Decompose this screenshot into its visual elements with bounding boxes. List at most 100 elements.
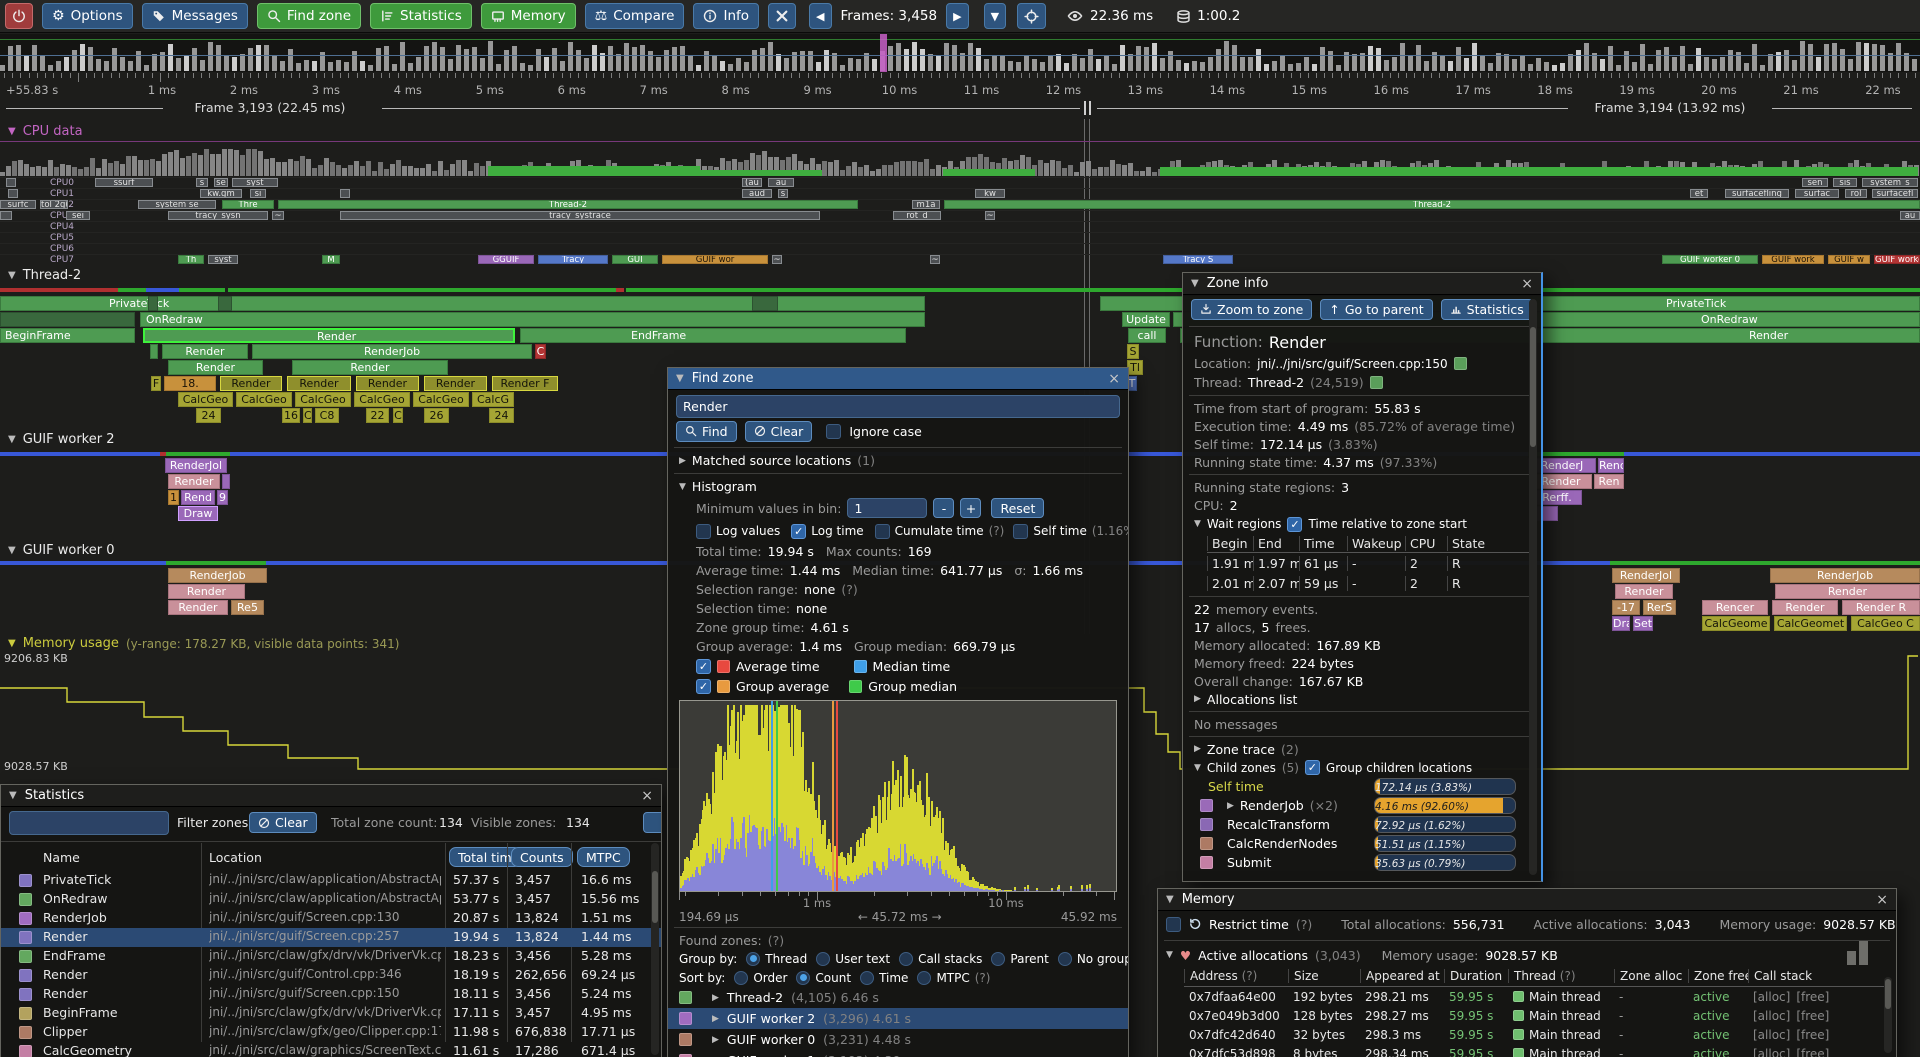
group-by-radio-user-text[interactable] <box>816 952 830 966</box>
child-zones-row[interactable]: ▼Child zones(5)✓Group children locations <box>1183 758 1541 777</box>
expand-icon[interactable]: ▶ <box>679 456 686 466</box>
zone[interactable]: Render R <box>1842 600 1920 615</box>
avg-legend-checkbox[interactable]: ✓ <box>696 659 711 674</box>
thread-header[interactable]: ▼GUIF worker 2 <box>8 432 114 447</box>
zone[interactable]: Render <box>287 376 351 391</box>
zone[interactable]: Update <box>1122 312 1170 327</box>
cpu-zone[interactable]: se <box>214 178 228 187</box>
cpu-zone[interactable]: Thread-2 <box>278 200 858 209</box>
table-row[interactable]: Clipperjni/../jni/src/claw/gfx/geo/Clipp… <box>1 1023 661 1042</box>
cpu-zone[interactable]: ~ <box>772 255 782 264</box>
cpu-zone[interactable] <box>340 189 350 198</box>
cpu-zone[interactable]: surfc <box>0 200 36 209</box>
zone[interactable]: Render <box>168 584 245 599</box>
table-row[interactable]: PrivateTickjni/../jni/src/claw/applicati… <box>1 871 661 890</box>
cpu-zone[interactable]: system_s <box>1862 178 1918 187</box>
help-icon[interactable]: (?) <box>841 582 857 597</box>
zone[interactable]: Render <box>424 376 487 391</box>
zone[interactable]: Render <box>220 376 282 391</box>
allocations-list-row[interactable]: ▶Allocations list <box>1183 690 1541 708</box>
cpu-data-header[interactable]: ▼CPU data <box>8 124 83 139</box>
zone[interactable]: F <box>151 376 161 391</box>
free-callstack-button[interactable]: [free] <box>1796 1047 1829 1057</box>
cpu-zone[interactable]: ~ <box>272 211 284 220</box>
cpu-zone[interactable]: syst <box>208 255 238 264</box>
cpu-zone[interactable]: ssurf <box>95 178 153 187</box>
zone[interactable]: 9 <box>217 490 228 505</box>
relative-time-checkbox[interactable]: ✓ <box>1287 517 1302 532</box>
zone[interactable]: RenderJob <box>168 568 267 583</box>
zone[interactable]: 1 <box>168 490 179 505</box>
collapse-icon[interactable]: ▼ <box>1194 763 1201 773</box>
matched-source-locations-row[interactable]: ▶Matched source locations(1) <box>668 451 1128 470</box>
cpu-zone[interactable]: tol 2g( <box>40 200 68 209</box>
search-input[interactable]: Render <box>676 395 1120 418</box>
partial-button[interactable] <box>643 812 662 833</box>
collapse-icon[interactable]: ▼ <box>8 545 16 556</box>
cpu-zone[interactable] <box>0 211 12 220</box>
table-row[interactable]: EndFramejni/../jni/src/claw/gfx/drv/vk/D… <box>1 947 661 966</box>
cpu-zone[interactable]: GGUIF <box>478 255 534 264</box>
help-icon[interactable]: (?) <box>768 933 784 948</box>
collapse-icon[interactable]: ▼ <box>8 270 16 281</box>
table-row[interactable]: Renderjni/../jni/src/guif/Screen.cpp:150… <box>1 985 661 1004</box>
group-by-radio-parent[interactable] <box>991 952 1005 966</box>
zone[interactable]: Render <box>1615 584 1673 599</box>
cpu-zone[interactable]: surfacefl <box>1872 189 1918 198</box>
find-button[interactable]: Find <box>676 421 737 442</box>
cpu-zone[interactable]: au <box>768 178 794 187</box>
zone[interactable]: C8 <box>315 408 339 423</box>
zone[interactable]: Rencer <box>1702 600 1768 615</box>
cpu-zone[interactable]: Tracy S <box>1163 255 1233 264</box>
memory-titlebar[interactable]: ▼Memory× <box>1158 889 1896 911</box>
alloc-callstack-button[interactable]: [alloc] <box>1753 990 1790 1004</box>
zone[interactable]: Render <box>356 376 419 391</box>
histogram-row[interactable]: ▼Histogram <box>668 477 1128 496</box>
wait-regions-row[interactable]: ▼Wait regions✓Time relative to zone star… <box>1183 514 1541 534</box>
cpu-zone[interactable]: kw.gm <box>200 189 242 198</box>
cpu-zone[interactable]: GUIF work <box>1762 255 1824 264</box>
wait-table-row[interactable]: 2.01 ms2.07 ms59 µs-2R <box>1207 573 1529 593</box>
expand-icon[interactable]: ▶ <box>712 1014 719 1024</box>
zone[interactable]: PrivateTick <box>0 296 925 311</box>
zone[interactable]: CalcGeome <box>1702 616 1770 631</box>
collapse-icon[interactable]: ▼ <box>8 434 16 445</box>
go-to-parent-button[interactable]: ↑Go to parent <box>1320 299 1432 320</box>
expand-icon[interactable]: ▶ <box>1194 744 1201 754</box>
zone[interactable]: 16 <box>282 408 300 423</box>
free-callstack-button[interactable]: [free] <box>1796 990 1829 1004</box>
zone[interactable]: RenderJob <box>252 344 532 359</box>
group-by-radio-call-stacks[interactable] <box>899 952 913 966</box>
cpu-zone[interactable]: et <box>1690 189 1708 198</box>
reset-button[interactable]: Reset <box>991 498 1044 518</box>
zone[interactable]: Render <box>168 600 228 615</box>
active-allocations-row[interactable]: ▼♥Active allocations(3,043)Memory usage:… <box>1158 944 1896 966</box>
memory-table-row[interactable]: 0x7dfc53d8988 bytes298.34 ms59.95 sMain … <box>1184 1044 1888 1057</box>
found-zone-group-row[interactable]: ▶GUIF worker 1(3,192) 4.39 s <box>668 1050 1128 1057</box>
collapse-icon[interactable]: ▼ <box>1194 519 1201 529</box>
table-row[interactable]: BeginFramejni/../jni/src/claw/gfx/drv/vk… <box>1 1004 661 1023</box>
table-row[interactable]: CalcGeometryjni/../jni/src/claw/graphics… <box>1 1042 661 1057</box>
sort-counts-button[interactable]: Counts <box>511 847 573 867</box>
cpu-zone[interactable]: (au <box>742 178 762 187</box>
cpu-zone[interactable]: kw <box>975 189 1005 198</box>
zone[interactable]: Dra <box>1612 616 1630 631</box>
zone[interactable]: OnRedraw <box>140 312 925 327</box>
zone[interactable] <box>752 296 778 311</box>
collapse-icon[interactable]: ▼ <box>8 126 16 137</box>
log-values-checkbox[interactable] <box>696 524 711 539</box>
self-time-checkbox[interactable] <box>1013 524 1028 539</box>
group-by-radio-thread[interactable] <box>746 952 760 966</box>
close-icon[interactable]: × <box>1108 371 1120 387</box>
log-time-checkbox[interactable]: ✓ <box>791 524 806 539</box>
zone[interactable]: RenderJol <box>165 458 227 473</box>
zone[interactable]: CalcGeomet <box>1774 616 1847 631</box>
scrollbar-thumb[interactable] <box>652 871 658 923</box>
cpu-zone[interactable]: Thre <box>222 200 274 209</box>
cpu-zone[interactable] <box>8 189 18 198</box>
cpu-zone[interactable]: sen <box>1802 178 1828 187</box>
collapse-icon[interactable]: ▼ <box>1166 950 1173 960</box>
sort-by-radio-time[interactable] <box>860 971 874 985</box>
child-zone-row[interactable]: RecalcTransform72.92 µs (1.62%) <box>1183 815 1541 834</box>
collapse-icon[interactable]: ▼ <box>1191 278 1199 289</box>
